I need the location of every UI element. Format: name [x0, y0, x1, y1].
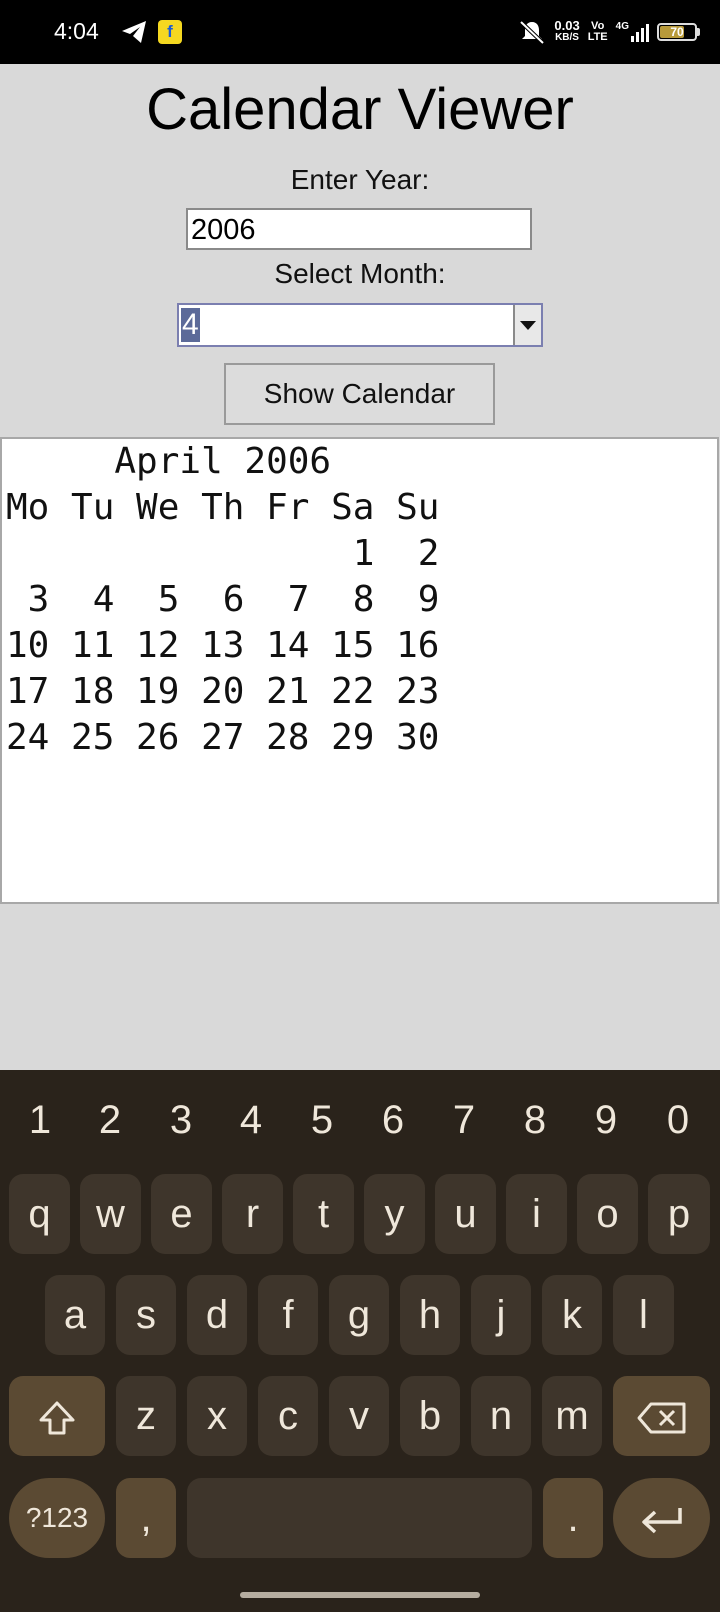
network-indicator: 4G [616, 22, 649, 42]
key-q[interactable]: q [9, 1174, 70, 1254]
backspace-icon [637, 1402, 685, 1434]
network-type: 4G [615, 21, 629, 32]
status-icons: 0.03 KB/S Vo LTE 4G 70 [518, 14, 700, 50]
year-input[interactable]: 2006 [186, 208, 532, 250]
key-u[interactable]: u [435, 1174, 496, 1254]
space-bar[interactable] [187, 1478, 532, 1558]
keyboard-number-row: 1 2 3 4 5 6 7 8 9 0 [0, 1084, 720, 1156]
status-bar: 4:04 f 0.03 KB/S Vo LTE 4G 70 [0, 0, 720, 64]
year-label: Enter Year: [290, 164, 430, 195]
key-n[interactable]: n [471, 1376, 531, 1456]
key-d[interactable]: d [187, 1275, 247, 1355]
key-z[interactable]: z [116, 1376, 176, 1456]
key-3[interactable]: 3 [151, 1084, 211, 1156]
key-x[interactable]: x [187, 1376, 247, 1456]
key-7[interactable]: 7 [434, 1084, 494, 1156]
signal-icon [631, 24, 649, 42]
volte-indicator: Vo LTE [588, 21, 608, 43]
key-b[interactable]: b [400, 1376, 460, 1456]
home-indicator[interactable] [240, 1592, 480, 1598]
battery-icon: 70 [657, 23, 697, 41]
calendar-text: April 2006 Mo Tu We Th Fr Sa Su 1 2 3 4 … [6, 439, 439, 761]
status-time: 4:04 [54, 18, 99, 44]
key-t[interactable]: t [293, 1174, 354, 1254]
key-k[interactable]: k [542, 1275, 602, 1355]
calendar-header: April 2006 [6, 441, 332, 482]
key-a[interactable]: a [45, 1275, 105, 1355]
key-1[interactable]: 1 [10, 1084, 70, 1156]
key-o[interactable]: o [577, 1174, 638, 1254]
calendar-week: 10 11 12 13 14 15 16 [6, 625, 440, 666]
key-4[interactable]: 4 [221, 1084, 281, 1156]
key-h[interactable]: h [400, 1275, 460, 1355]
backspace-key[interactable] [613, 1376, 710, 1456]
period-key[interactable]: . [543, 1478, 603, 1558]
key-p[interactable]: p [648, 1174, 710, 1254]
key-y[interactable]: y [364, 1174, 425, 1254]
month-select[interactable]: 4 [177, 303, 543, 347]
key-c[interactable]: c [258, 1376, 318, 1456]
key-r[interactable]: r [222, 1174, 283, 1254]
calendar-week: 24 25 26 27 28 29 30 [6, 717, 440, 758]
month-dropdown-button[interactable] [513, 305, 541, 345]
calendar-weekdays: Mo Tu We Th Fr Sa Su [6, 487, 440, 528]
calendar-week: 3 4 5 6 7 8 9 [6, 579, 440, 620]
key-i[interactable]: i [506, 1174, 567, 1254]
key-8[interactable]: 8 [505, 1084, 565, 1156]
month-label: Select Month: [274, 258, 446, 289]
key-0[interactable]: 0 [648, 1084, 708, 1156]
show-calendar-button[interactable]: Show Calendar [224, 363, 495, 425]
flipkart-icon: f [158, 20, 182, 44]
key-v[interactable]: v [329, 1376, 389, 1456]
key-j[interactable]: j [471, 1275, 531, 1355]
net-speed-unit: KB/S [555, 32, 579, 43]
key-w[interactable]: w [80, 1174, 141, 1254]
key-g[interactable]: g [329, 1275, 389, 1355]
shift-icon [39, 1401, 75, 1435]
key-2[interactable]: 2 [80, 1084, 140, 1156]
key-5[interactable]: 5 [292, 1084, 352, 1156]
month-selected-value: 4 [181, 308, 200, 342]
key-6[interactable]: 6 [363, 1084, 423, 1156]
key-9[interactable]: 9 [576, 1084, 636, 1156]
enter-key[interactable] [613, 1478, 710, 1558]
calendar-week: 1 2 [6, 533, 440, 574]
calendar-week: 17 18 19 20 21 22 23 [6, 671, 440, 712]
battery-tip [697, 28, 700, 36]
comma-key[interactable]: , [116, 1478, 176, 1558]
key-m[interactable]: m [542, 1376, 602, 1456]
page-title: Calendar Viewer [146, 77, 574, 142]
key-e[interactable]: e [151, 1174, 212, 1254]
battery-level: 70 [670, 25, 684, 39]
soft-keyboard: 1 2 3 4 5 6 7 8 9 0 q w e r t y u i o p … [0, 1070, 720, 1612]
key-f[interactable]: f [258, 1275, 318, 1355]
symbols-key[interactable]: ?123 [9, 1478, 105, 1558]
key-l[interactable]: l [613, 1275, 674, 1355]
enter-icon [641, 1508, 682, 1534]
chevron-down-icon [520, 321, 536, 330]
volte-bottom: LTE [587, 31, 608, 43]
net-speed-value: 0.03 [554, 18, 580, 33]
mute-icon [519, 20, 545, 45]
key-s[interactable]: s [116, 1275, 176, 1355]
calendar-output[interactable]: April 2006 Mo Tu We Th Fr Sa Su 1 2 3 4 … [0, 437, 719, 904]
battery-indicator: 70 [657, 23, 700, 41]
net-speed: 0.03 KB/S [554, 18, 580, 44]
shift-key[interactable] [9, 1376, 105, 1456]
telegram-icon [122, 21, 146, 43]
